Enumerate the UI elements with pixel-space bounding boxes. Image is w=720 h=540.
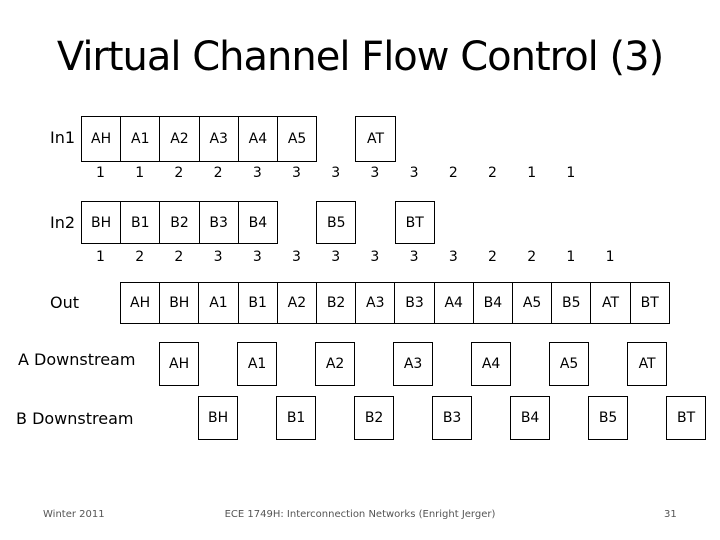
flit-box: A2 [276,282,317,324]
flit-box: A2 [315,342,356,386]
flit-box: A5 [277,116,318,162]
credit-count: 2 [174,165,184,181]
flit-box: A3 [393,342,434,386]
out-label: Out [50,293,80,312]
credit-count: 3 [370,165,380,181]
flit-box: AT [627,342,668,386]
flit-box: B2 [159,201,200,244]
credit-count: 1 [566,249,576,265]
flit-box: B1 [237,282,278,324]
flit-box: B5 [316,201,357,244]
credit-count: 3 [252,165,262,181]
flit-box: B4 [237,201,278,244]
in2-label: In2 [50,213,76,232]
flit-box: A1 [120,116,161,162]
credit-count: 2 [174,249,184,265]
credit-count: 3 [331,165,341,181]
flit-box: BT [394,201,435,244]
flit-box: AT [355,116,396,162]
credit-count: 2 [527,249,537,265]
flit-box: A4 [433,282,474,324]
flit-box: AH [159,342,200,386]
credit-count: 3 [292,165,301,181]
credit-count: 3 [409,249,419,265]
credit-count: 3 [331,249,341,265]
flit-box: AT [590,282,631,324]
flit-box: B5 [588,396,629,440]
credit-count: 1 [135,165,145,181]
credit-count: 1 [566,165,576,181]
credit-count: 1 [527,165,537,181]
flit-box: BH [159,282,200,324]
flit-box: BH [198,396,239,440]
flit-box: A5 [549,342,590,386]
in1-label: In1 [50,128,76,147]
flit-box: B3 [432,396,473,440]
flit-box: BH [81,201,122,244]
credit-count: 2 [213,165,223,181]
credit-count: 3 [448,249,458,265]
flit-box: B1 [276,396,317,440]
b-downstream-label: B Downstream [16,409,134,428]
flit-box: B2 [316,282,357,324]
flit-box: B3 [198,201,239,244]
flit-box: B3 [394,282,435,324]
flit-box: A1 [237,342,278,386]
flit-box: A2 [159,116,200,162]
credit-count: 3 [370,249,380,265]
slide-title: Virtual Channel Flow Control (3) [56,34,664,80]
credit-count: 2 [448,165,458,181]
flit-box: B1 [120,201,161,244]
credit-count: 1 [605,249,615,265]
credit-count: 3 [292,249,301,265]
flit-box: B2 [354,396,395,440]
a-downstream-label: A Downstream [18,350,136,369]
footer-course: ECE 1749H: Interconnection Networks (Enr… [224,509,496,520]
flit-box: B4 [472,282,513,324]
credit-count: 1 [96,165,105,181]
flit-box: A5 [512,282,553,324]
page-number: 31 [664,509,677,520]
credit-count: 3 [213,249,223,265]
flit-box: AH [81,116,122,162]
flit-box: AH [120,282,161,324]
credit-count: 2 [488,249,497,265]
flit-box: A1 [198,282,239,324]
flit-box: A3 [198,116,239,162]
flit-box: A3 [355,282,396,324]
credit-count: 2 [135,249,145,265]
flit-box: A4 [471,342,512,386]
credit-count: 3 [409,165,419,181]
flit-box: B5 [551,282,592,324]
flit-box: BT [666,396,707,440]
flit-box: A4 [237,116,278,162]
flit-box: B4 [510,396,551,440]
credit-count: 1 [96,249,105,265]
flit-box: BT [629,282,670,324]
credit-count: 3 [252,249,262,265]
credit-count: 2 [488,165,497,181]
